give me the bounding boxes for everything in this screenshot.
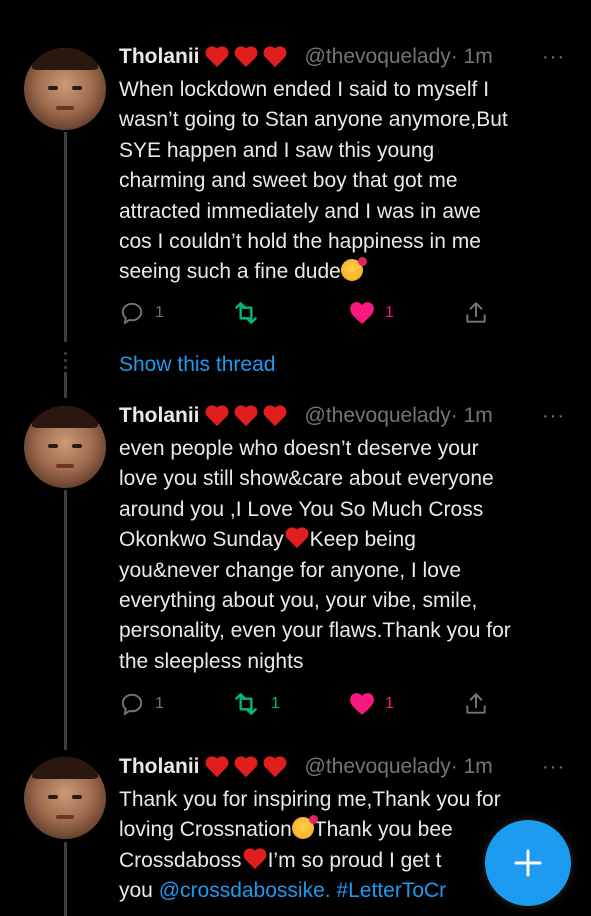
mention-link[interactable]: @crossdabossike. <box>159 879 331 902</box>
compose-button[interactable] <box>485 820 571 906</box>
like-button[interactable]: 1 <box>349 298 394 328</box>
name-hearts <box>204 755 291 779</box>
reply-button[interactable]: 1 <box>119 298 164 328</box>
heart-emoji <box>284 526 310 550</box>
text-line: Okonkwo Sunday Keep being <box>119 525 569 555</box>
reply-button[interactable]: 1 <box>119 689 164 719</box>
text-segment: Keep being <box>309 528 416 552</box>
tweet-actions: 1 1 <box>119 298 559 328</box>
text-segment: Crossdaboss <box>119 848 242 872</box>
heart-emoji <box>233 755 259 779</box>
thread-line <box>64 490 67 750</box>
display-name[interactable]: Tholanii <box>119 755 200 779</box>
text-line: personality, even your flaws.Thank you f… <box>119 619 511 643</box>
heart-emoji <box>233 404 259 428</box>
smiling-hearts-emoji <box>340 257 367 282</box>
text-line: everything about you, your vibe, smile, <box>119 589 478 613</box>
reply-icon <box>121 693 143 716</box>
hashtag-link[interactable]: #LetterToCr <box>336 879 446 902</box>
user-handle[interactable]: @thevoquelady <box>305 404 451 428</box>
more-options-icon[interactable]: ··· <box>542 405 565 428</box>
text-line: Thank you for inspiring me,Thank you for <box>119 788 501 811</box>
tweet-header: Tholanii @thevoquelady · 1m <box>119 752 493 782</box>
timestamp[interactable]: · 1m <box>451 45 493 69</box>
tweet-actions: 1 1 1 <box>119 689 559 719</box>
smiling-hearts-emoji <box>291 815 318 840</box>
show-thread-link[interactable]: Show this thread <box>119 353 275 377</box>
heart-emoji <box>204 45 230 69</box>
reply-count: 1 <box>155 304 164 321</box>
share-icon <box>466 693 486 714</box>
retweet-button[interactable]: 1 <box>231 689 280 719</box>
avatar[interactable] <box>24 406 106 488</box>
compose-icon <box>514 849 542 877</box>
share-button[interactable] <box>463 298 489 328</box>
text-line: the sleepless nights <box>119 649 304 673</box>
user-handle[interactable]: @thevoquelady <box>305 755 451 779</box>
text-line: attracted immediately and I was in awe <box>119 199 481 223</box>
user-handle[interactable]: @thevoquelady <box>305 45 451 69</box>
retweet-count: 1 <box>271 695 280 712</box>
heart-emoji <box>242 847 268 871</box>
like-button[interactable]: 1 <box>349 689 394 719</box>
retweet-button[interactable] <box>231 298 271 328</box>
text-line: love you still show&care about everyone <box>119 467 494 491</box>
text-line: cos I couldn’t hold the happiness in me <box>119 230 481 254</box>
reply-count: 1 <box>155 695 164 712</box>
tweet-header: Tholanii @thevoquelady · 1m <box>119 42 493 72</box>
timestamp[interactable]: · 1m <box>451 755 493 779</box>
name-hearts <box>204 404 291 428</box>
display-name[interactable]: Tholanii <box>119 404 200 428</box>
text-line: When lockdown ended I said to myself I <box>119 78 490 101</box>
text-line: seeing such a fine dude <box>119 257 569 287</box>
timestamp[interactable]: · 1m <box>451 404 493 428</box>
text-line: even people who doesn’t deserve your <box>119 437 479 460</box>
text-segment: seeing such a fine dude <box>119 260 341 284</box>
thread-line <box>64 842 67 916</box>
share-button[interactable] <box>463 689 489 719</box>
text-segment: Okonkwo Sunday <box>119 528 284 552</box>
text-segment: you <box>119 879 159 903</box>
tweet-text: When lockdown ended I said to myself I w… <box>119 75 569 288</box>
thread-line <box>64 372 67 398</box>
text-segment: I’m so proud I get t <box>267 848 442 872</box>
text-line: charming and sweet boy that got me <box>119 169 458 193</box>
heart-emoji <box>262 404 288 428</box>
tweet-header: Tholanii @thevoquelady · 1m <box>119 401 493 431</box>
text-segment: Thank you bee <box>313 818 453 842</box>
retweet-icon <box>235 302 257 324</box>
like-count: 1 <box>385 304 394 321</box>
heart-emoji <box>204 755 230 779</box>
text-segment: loving Crossnation <box>119 818 292 842</box>
more-options-icon[interactable]: ··· <box>542 46 565 69</box>
heart-emoji <box>262 45 288 69</box>
like-icon <box>350 302 374 324</box>
text-line: around you ,I Love You So Much Cross <box>119 497 484 521</box>
thread-dots <box>64 352 67 373</box>
tweet-text: even people who doesn’t deserve your lov… <box>119 434 569 677</box>
heart-emoji <box>233 45 259 69</box>
text-line: SYE happen and I saw this young <box>119 138 435 162</box>
heart-emoji <box>204 404 230 428</box>
like-icon <box>350 693 374 715</box>
thread-line <box>64 132 67 342</box>
avatar[interactable] <box>24 48 106 130</box>
reply-icon <box>121 302 143 325</box>
text-line: wasn’t going to Stan anyone anymore,But <box>119 108 508 132</box>
display-name[interactable]: Tholanii <box>119 45 200 69</box>
heart-emoji <box>262 755 288 779</box>
retweet-icon <box>235 693 257 715</box>
more-options-icon[interactable]: ··· <box>542 756 565 779</box>
text-line: you&never change for anyone, I love <box>119 558 462 582</box>
avatar[interactable] <box>24 757 106 839</box>
name-hearts <box>204 45 291 69</box>
like-count: 1 <box>385 695 394 712</box>
share-icon <box>466 302 486 323</box>
